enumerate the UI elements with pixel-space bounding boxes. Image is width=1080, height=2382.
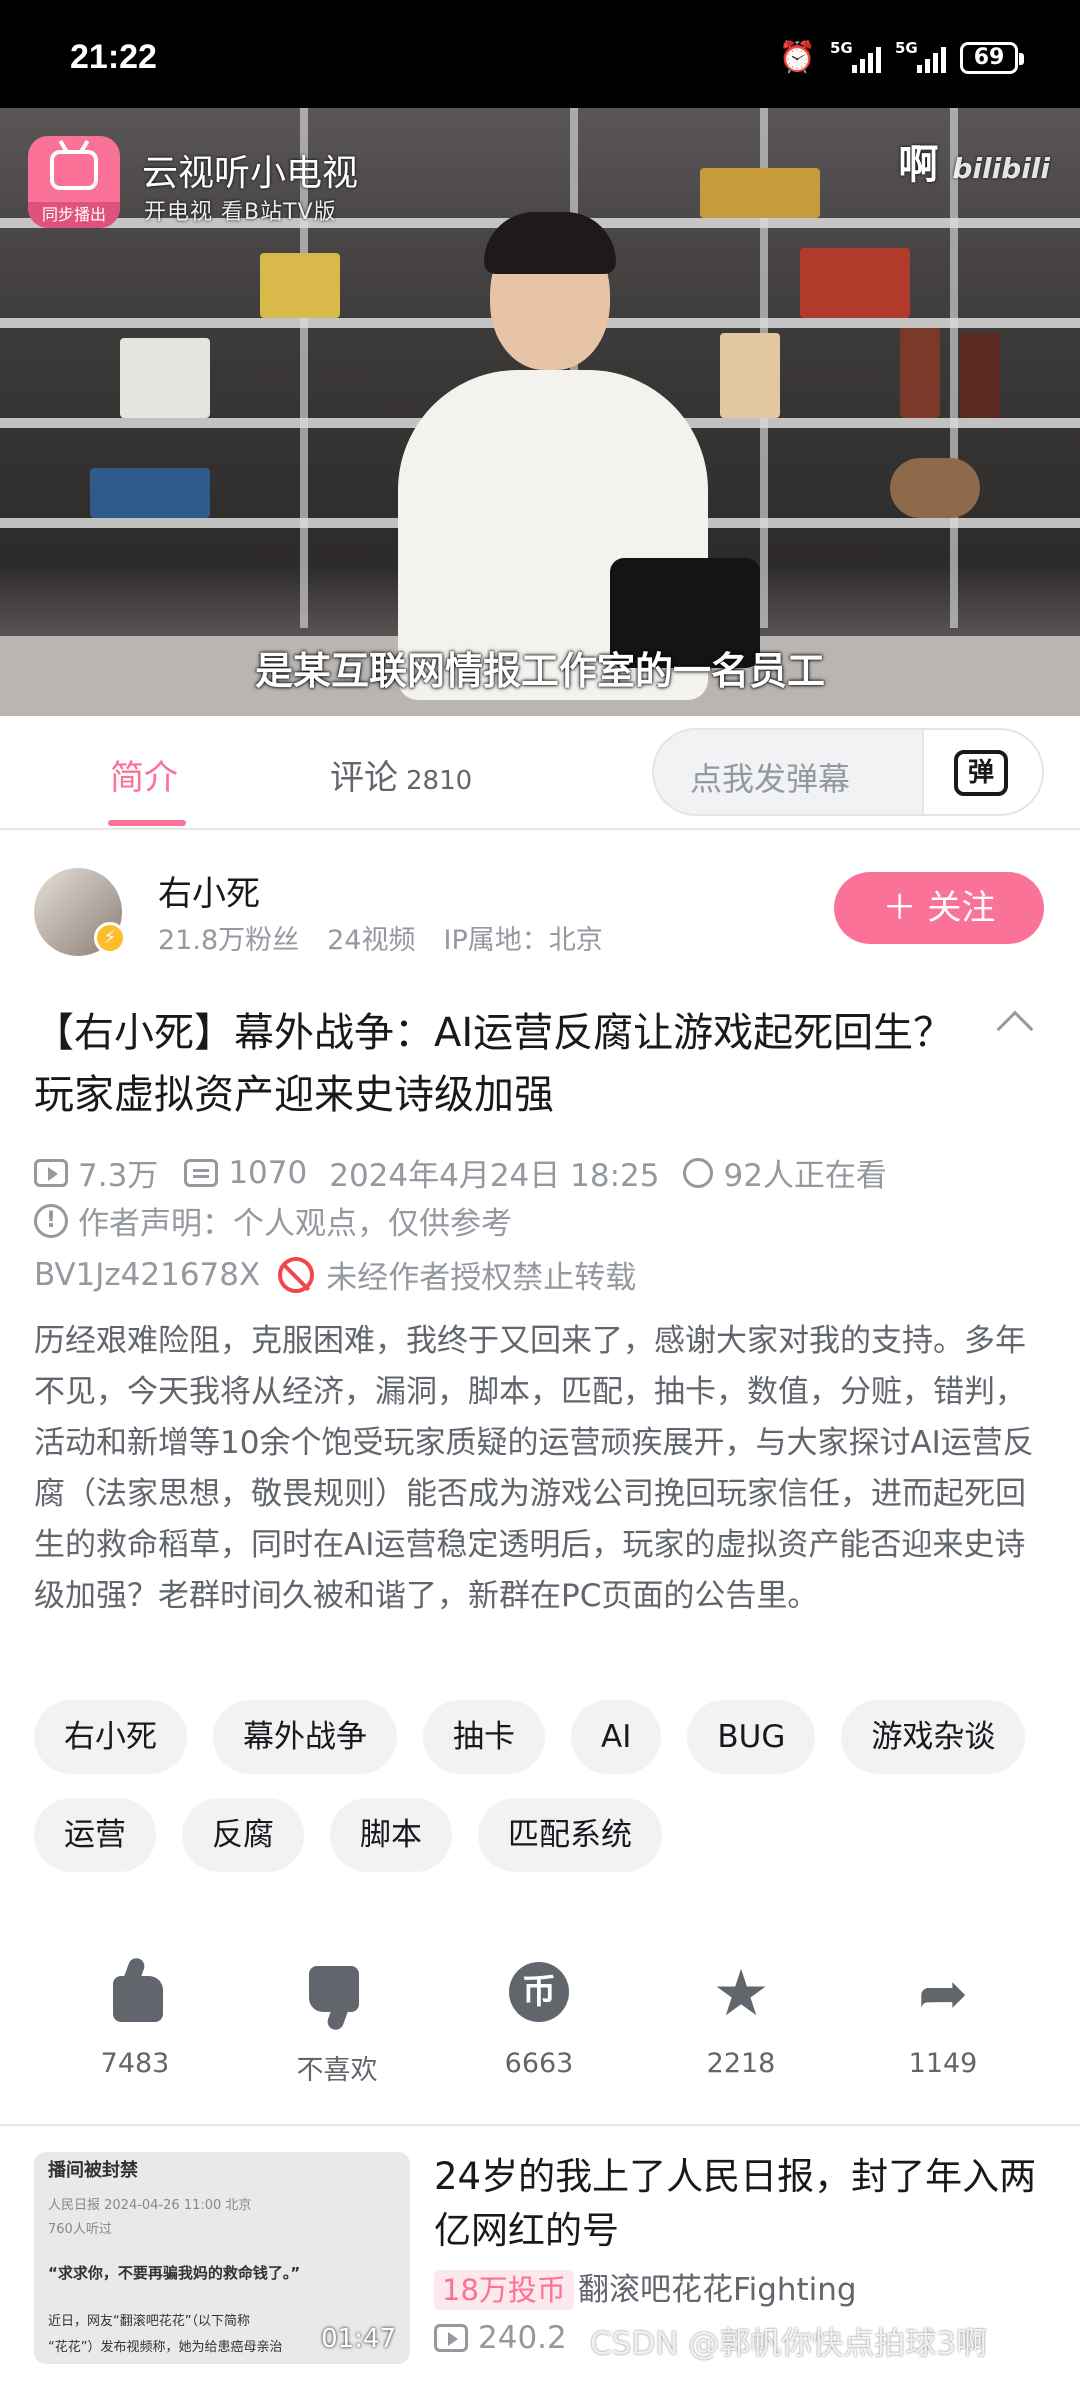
tab-comments[interactable]: 评论 2810 — [330, 750, 472, 799]
battery-icon: 69 — [960, 41, 1024, 74]
video-watermark: 啊 bilibili — [898, 142, 1050, 188]
tv-overlay-subtitle: 开电视 看B站TV版 — [144, 200, 337, 225]
video-duration: 01:47 — [321, 2324, 396, 2354]
video-player[interactable]: 同步播出 云视听小电视 开电视 看B站TV版 啊 bilibili 是某互联网情… — [0, 108, 1080, 716]
dislike-label: 不喜欢 — [296, 2055, 378, 2086]
dislike-button[interactable]: 不喜欢 — [257, 1962, 417, 2087]
csdn-watermark: CSDN @郭帆你快点拍球3啊 — [590, 2326, 987, 2362]
danmaku-count: 1070 — [228, 1154, 308, 1191]
bvid[interactable]: BV1Jz421678X — [34, 1257, 260, 1293]
tab-indicator — [108, 820, 186, 826]
tag-chip[interactable]: 匹配系统 — [478, 1798, 662, 1872]
status-bar: 21:22 ⏰ 5G 5G 69 — [0, 0, 1080, 108]
video-meta-row: 7.3万 1070 2024年4月24日 18:25 92人正在看 — [34, 1150, 887, 1195]
coin-icon: 币 — [507, 1962, 571, 2026]
status-icons: ⏰ 5G 5G 69 — [778, 39, 1024, 75]
bvid-row: BV1Jz421678X 未经作者授权禁止转载 — [34, 1252, 636, 1297]
share-count: 1149 — [908, 2048, 978, 2079]
video-count: 24视频 — [327, 925, 416, 956]
tag-chip[interactable]: 运营 — [34, 1798, 156, 1872]
clock: 21:22 — [70, 38, 157, 76]
favorite-button[interactable]: ★ 2218 — [661, 1962, 821, 2079]
no-repost-icon — [278, 1256, 315, 1293]
thumbs-up-icon — [103, 1962, 167, 2026]
tag-chip[interactable]: 脚本 — [330, 1798, 452, 1872]
recommendation-thumbnail[interactable]: 播间被封禁 人民日报 2024-04-26 11:00 北京 760人听过 “求… — [34, 2152, 410, 2364]
like-count: 7483 — [100, 2048, 170, 2079]
play-count-icon — [434, 2324, 468, 2352]
signal-icon: 5G — [830, 39, 881, 73]
tag-list: 右小死 幕外战争 抽卡 AI BUG 游戏杂谈 运营 反腐 脚本 匹配系统 — [34, 1700, 1054, 1872]
declaration-row: ! 作者声明：个人观点，仅供参考 — [34, 1198, 512, 1243]
like-button[interactable]: 7483 — [55, 1962, 215, 2079]
danmaku-icon: 弹 — [954, 750, 1008, 796]
share-button[interactable]: ➦ 1149 — [863, 1962, 1023, 2079]
danmaku-placeholder: 点我发弹幕 — [690, 760, 851, 798]
tab-comments-label: 评论 — [330, 758, 398, 798]
author-declaration: 作者声明：个人观点，仅供参考 — [78, 1206, 512, 1242]
comments-count: 2810 — [406, 766, 473, 796]
divider — [0, 2124, 1080, 2126]
recommendation-views: 240.2 — [434, 2320, 567, 2356]
play-count-icon — [34, 1158, 68, 1187]
watching-count: 92人正在看 — [723, 1158, 887, 1194]
recommendation-author: 翻滚吧花花Fighting — [578, 2272, 857, 2308]
bilibili-logo: bilibili — [952, 152, 1050, 185]
tag-chip[interactable]: BUG — [687, 1700, 816, 1774]
chevron-up-icon[interactable] — [996, 1010, 1034, 1048]
tv-icon — [50, 150, 98, 190]
tag-chip[interactable]: 游戏杂谈 — [841, 1700, 1026, 1774]
tag-chip[interactable]: 反腐 — [182, 1798, 304, 1872]
tag-chip[interactable]: 右小死 — [34, 1700, 187, 1774]
video-subtitle: 是某互联网情报工作室的一名员工 — [254, 649, 825, 693]
thumbs-down-icon — [305, 1962, 369, 2026]
danmaku-input[interactable]: 点我发弹幕 弹 — [652, 728, 1044, 816]
uploader-name[interactable]: 右小死 — [158, 866, 260, 915]
star-icon: ★ — [712, 1957, 770, 2031]
follower-count: 21.8万粉丝 — [158, 925, 300, 956]
ip-location: IP属地：北京 — [443, 925, 603, 956]
coin-count: 6663 — [504, 2048, 574, 2079]
favorite-count: 2218 — [706, 2048, 776, 2079]
share-icon: ➦ — [917, 1959, 969, 2029]
tv-app-logo[interactable]: 同步播出 — [28, 136, 120, 228]
publish-date: 2024年4月24日 18:25 — [329, 1158, 660, 1194]
uploader-stats: 21.8万粉丝 24视频 IP属地：北京 — [158, 918, 603, 957]
tag-chip[interactable]: 幕外战争 — [213, 1700, 397, 1774]
view-count: 7.3万 — [78, 1158, 159, 1194]
tag-chip[interactable]: AI — [571, 1700, 662, 1774]
sync-label: 同步播出 — [28, 202, 120, 228]
danmaku-count-icon — [184, 1158, 219, 1187]
tab-intro[interactable]: 简介 — [110, 750, 178, 799]
action-bar: 7483 不喜欢 币 6663 ★ 2218 ➦ 1149 — [0, 1962, 1080, 2102]
tag-chip[interactable]: 抽卡 — [423, 1700, 545, 1774]
info-icon: ! — [34, 1203, 68, 1238]
no-repost-notice: 未经作者授权禁止转载 — [326, 1260, 637, 1296]
recommendation-title[interactable]: 24岁的我上了人民日报，封了年入两亿网红的号 — [434, 2150, 1044, 2258]
alarm-icon: ⏰ — [778, 40, 816, 75]
danmaku-toggle-button[interactable]: 弹 — [922, 730, 1042, 814]
follow-button[interactable]: ＋ 关注 — [834, 872, 1044, 944]
lightning-badge-icon: ⚡ — [94, 922, 126, 954]
coin-badge: 18万投币 — [434, 2270, 574, 2310]
video-description: 历经艰难险阻，克服困难，我终于又回来了，感谢大家对我的支持。多年不见，今天我将从… — [34, 1323, 1034, 1614]
coin-button[interactable]: 币 6663 — [459, 1962, 619, 2079]
signal-icon-2: 5G — [895, 39, 946, 73]
video-title: 【右小死】幕外战争：AI运营反腐让游戏起死回生？玩家虚拟资产迎来史诗级加强 — [34, 1010, 954, 1118]
tv-overlay-title[interactable]: 云视听小电视 — [142, 144, 358, 196]
people-icon — [683, 1157, 714, 1188]
